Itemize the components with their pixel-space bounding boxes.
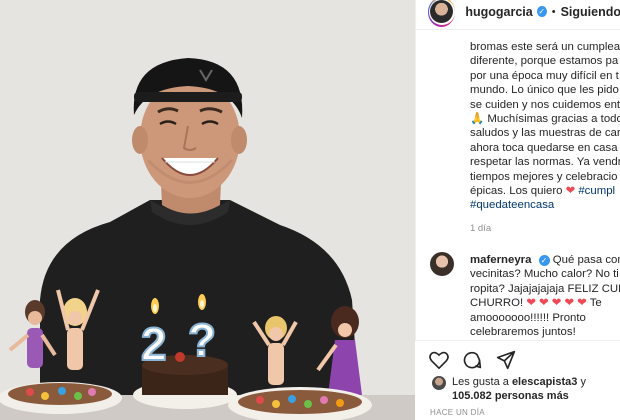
photo-illustration: 2 ? — [0, 0, 415, 420]
caption-timestamp: 1 día — [470, 223, 492, 234]
liker-avatar[interactable] — [432, 376, 446, 390]
post-photo[interactable]: 2 ? — [0, 0, 415, 420]
verified-icon: ✓ — [538, 255, 550, 266]
heart-emoji: ❤ — [565, 185, 576, 198]
author-username[interactable]: hugogarcia — [465, 5, 532, 19]
post-header: hugogarcia ✓ • Siguiendo — [416, 0, 620, 30]
verified-icon: ✓ — [536, 6, 547, 17]
caption-line: #quedateencasa — [470, 198, 620, 212]
following-button[interactable]: Siguiendo — [561, 5, 620, 19]
commenter-avatar[interactable] — [430, 252, 454, 276]
caption-line: saludos y las muestras de cari — [470, 127, 620, 140]
post-caption: bromas este será un cumplea diferente, p… — [470, 40, 620, 213]
liker-username[interactable]: elescapista3 — [512, 376, 577, 388]
caption-line: épicas. Los quiero ❤ #cumpl — [470, 185, 616, 198]
candle-digit-1: 2 — [141, 318, 167, 370]
caption-line: ahora toca quedarse en casa y — [470, 141, 620, 154]
commenter-username[interactable]: maferneyra — [470, 254, 531, 266]
caption-line: se cuiden y nos cuidemos ent — [470, 98, 620, 111]
caption-line: 🙏 Muchísimas gracias a todo — [470, 113, 620, 126]
caption-line: mundo. Lo único que les pido — [470, 84, 619, 97]
caption-line: tiempos mejores y celebracio — [470, 170, 618, 183]
caption-line: bromas este será un cumplea — [470, 41, 620, 53]
candle-digit-2: ? — [188, 314, 216, 366]
pray-emoji: 🙏 — [470, 113, 485, 126]
author-avatar[interactable] — [428, 0, 456, 27]
comment: maferneyra ✓ Qué pasa con vecinitas? Muc… — [470, 254, 620, 339]
comment-icon[interactable] — [461, 349, 483, 371]
separator-dot: • — [551, 5, 556, 18]
caption-line: diferente, porque estamos pa — [470, 55, 619, 68]
share-icon[interactable] — [495, 349, 517, 371]
post-date: HACE UN DÍA — [430, 408, 485, 417]
hashtag-link[interactable]: #quedateencasa — [470, 199, 554, 211]
likes-count[interactable]: 105.082 personas más — [452, 390, 569, 402]
heart-icon[interactable] — [428, 349, 450, 371]
likes-summary: Les gusta a elescapista3 y 105.082 perso… — [452, 376, 586, 402]
caption-line: respetar las normas. Ya vendrá — [470, 156, 620, 169]
hearts-emoji: ❤ ❤ ❤ ❤ ❤ — [526, 297, 587, 310]
hashtag-link[interactable]: #cumpl — [578, 185, 615, 197]
caption-line: por una época muy difícil en t — [470, 69, 619, 82]
